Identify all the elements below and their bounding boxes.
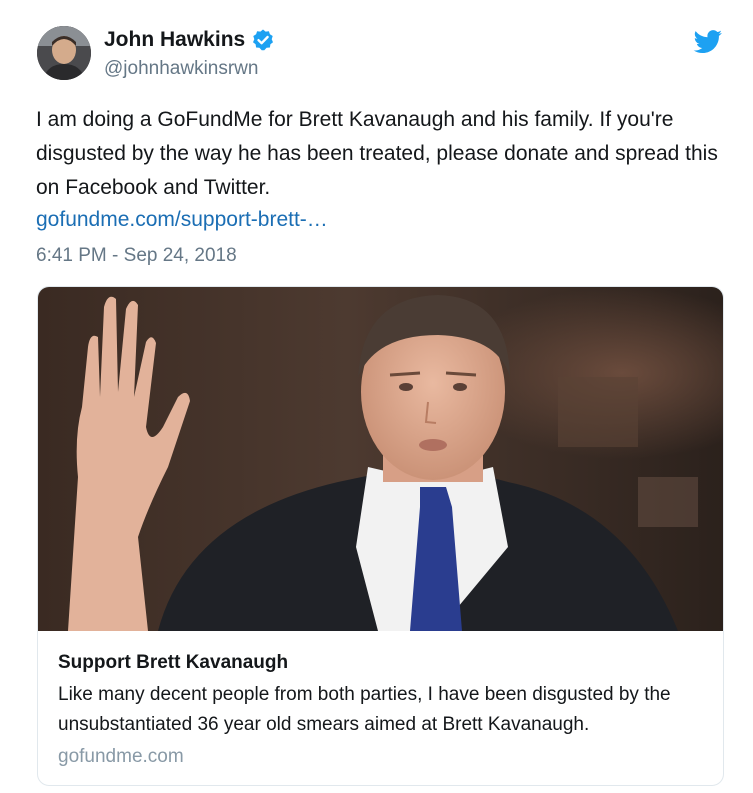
tweet-header: John Hawkins @johnhawkinsrwn xyxy=(104,27,275,81)
card-image[interactable] xyxy=(38,287,723,631)
tweet-timestamp[interactable]: 6:41 PM - Sep 24, 2018 xyxy=(36,243,237,269)
user-handle[interactable]: @johnhawkinsrwn xyxy=(104,57,275,81)
avatar[interactable] xyxy=(37,26,91,80)
tweet-link[interactable]: gofundme.com/support-brett-… xyxy=(36,205,328,235)
card-title[interactable]: Support Brett Kavanaugh xyxy=(58,651,703,675)
tweet-text: I am doing a GoFundMe for Brett Kavanaug… xyxy=(36,108,718,199)
tweet-embed: John Hawkins @johnhawkinsrwn I am doing … xyxy=(0,0,753,793)
link-card[interactable]: Support Brett Kavanaugh Like many decent… xyxy=(37,286,724,786)
twitter-bird-icon[interactable] xyxy=(693,30,723,54)
display-name[interactable]: John Hawkins xyxy=(104,27,245,53)
card-description: Like many decent people from both partie… xyxy=(58,684,671,735)
card-body[interactable]: Support Brett Kavanaugh Like many decent… xyxy=(38,631,723,771)
verified-badge-icon xyxy=(251,28,275,52)
card-domain[interactable]: gofundme.com xyxy=(58,743,703,771)
